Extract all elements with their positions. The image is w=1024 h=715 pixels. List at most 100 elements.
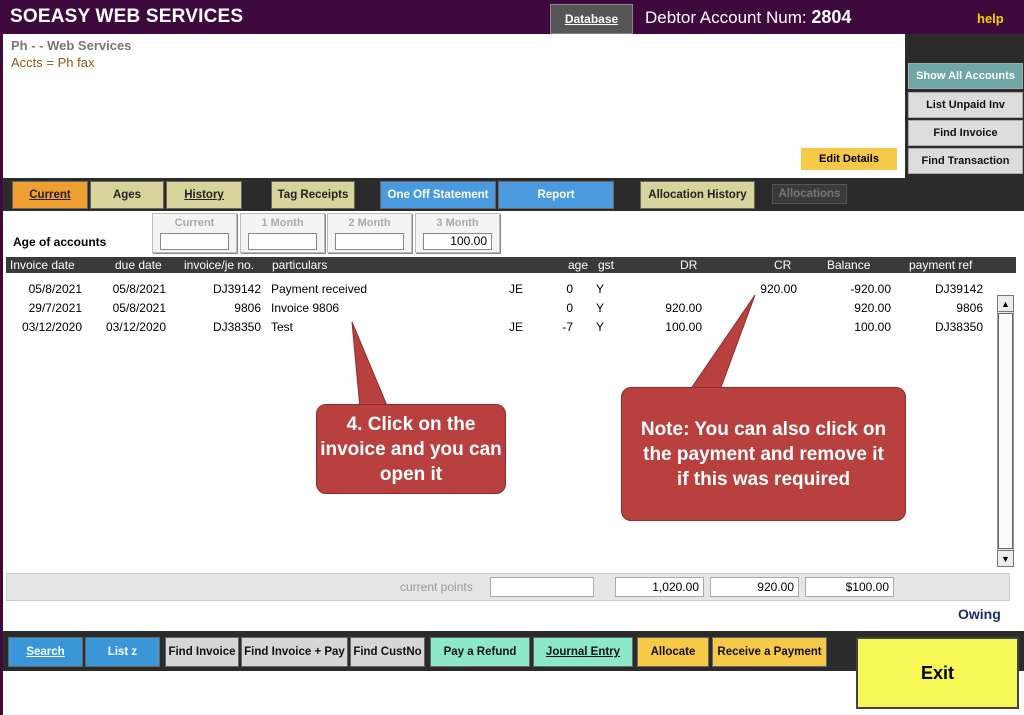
cell-age: 0 bbox=[566, 282, 573, 296]
step4-callout: 4. Click on the invoice and you can open… bbox=[316, 404, 506, 494]
cell-particulars: Invoice 9806 bbox=[271, 301, 340, 315]
owing-label: Owing bbox=[958, 606, 1001, 622]
cell-payment-ref: DJ39142 bbox=[934, 282, 983, 296]
receive-payment-button[interactable]: Receive a Payment bbox=[712, 637, 827, 667]
tab-tag-receipts[interactable]: Tag Receipts bbox=[271, 181, 355, 209]
cell-due-date: 05/8/2021 bbox=[112, 282, 166, 296]
journal-entry-button[interactable]: Journal Entry bbox=[533, 637, 633, 667]
cell-invoice-date: 05/8/2021 bbox=[28, 282, 82, 296]
age-current-title: Current bbox=[174, 217, 215, 229]
tab-allocations[interactable]: Allocations bbox=[772, 184, 847, 204]
find-invoice-button[interactable]: Find Invoice bbox=[908, 120, 1023, 146]
cell-payment-ref: DJ38350 bbox=[934, 320, 983, 334]
col-due-date: due date bbox=[115, 258, 162, 272]
cell-type: JE bbox=[509, 320, 524, 334]
exit-button[interactable]: Exit bbox=[856, 637, 1019, 709]
col-invoice-no: invoice/je no. bbox=[184, 258, 255, 272]
list-unpaid-invoices-button[interactable]: List Unpaid Inv bbox=[908, 92, 1023, 118]
cell-invoice-date: 29/7/2021 bbox=[28, 301, 82, 315]
col-gst: gst bbox=[598, 258, 615, 272]
cell-invoice-date: 03/12/2020 bbox=[21, 320, 82, 334]
age-current-field[interactable] bbox=[160, 233, 229, 250]
cell-dr: 920.00 bbox=[665, 301, 702, 315]
cell-payment-ref: 9806 bbox=[956, 301, 983, 315]
tab-one-off-statement[interactable]: One Off Statement bbox=[380, 181, 496, 209]
search-button[interactable]: Search bbox=[8, 637, 83, 667]
debtor-account-number: 2804 bbox=[811, 7, 852, 27]
cell-due-date: 05/8/2021 bbox=[112, 301, 166, 315]
age-1-month-title: 1 Month bbox=[261, 217, 304, 229]
tab-report[interactable]: Report bbox=[498, 181, 614, 209]
col-particulars: particulars bbox=[272, 258, 328, 272]
age-of-accounts-label: Age of accounts bbox=[13, 235, 107, 249]
age-2-month-field[interactable] bbox=[335, 233, 404, 250]
age-current-group: Current bbox=[152, 213, 237, 253]
note-callout: Note: You can also click on the payment … bbox=[621, 387, 906, 521]
database-button[interactable]: Database bbox=[550, 4, 633, 34]
edit-details-button[interactable]: Edit Details bbox=[801, 148, 897, 170]
cell-due-date: 03/12/2020 bbox=[105, 320, 166, 334]
cell-gst: Y bbox=[596, 301, 605, 315]
tab-allocation-history[interactable]: Allocation History bbox=[640, 181, 755, 209]
col-dr: DR bbox=[680, 258, 698, 272]
cell-type: JE bbox=[509, 282, 524, 296]
cell-particulars: Payment received bbox=[271, 282, 368, 296]
cell-particulars: Test bbox=[271, 320, 294, 334]
col-invoice-date: Invoice date bbox=[10, 258, 75, 272]
age-2-month-title: 2 Month bbox=[348, 217, 391, 229]
scroll-down-arrow-icon[interactable]: ▼ bbox=[997, 550, 1014, 567]
callout-pointers bbox=[351, 294, 756, 409]
table-row[interactable]: 05/8/2021 05/8/2021 DJ39142 Payment rece… bbox=[6, 280, 991, 299]
help-link[interactable]: help bbox=[977, 11, 1004, 26]
col-balance: Balance bbox=[827, 258, 871, 272]
scrollbar-thumb[interactable] bbox=[998, 313, 1013, 549]
current-points-field[interactable] bbox=[490, 577, 594, 597]
col-age: age bbox=[568, 258, 589, 272]
cell-balance: 920.00 bbox=[854, 301, 891, 315]
cell-gst: Y bbox=[596, 320, 605, 334]
cell-age: 0 bbox=[566, 301, 573, 315]
find-invoice-pay-button[interactable]: Find Invoice + Pay bbox=[241, 637, 348, 667]
cell-invoice-no: DJ38350 bbox=[212, 320, 261, 334]
cell-balance: 100.00 bbox=[854, 320, 891, 334]
find-invoice-bottom-button[interactable]: Find Invoice bbox=[165, 637, 239, 667]
find-custno-button[interactable]: Find CustNo bbox=[350, 637, 425, 667]
tab-current[interactable]: Current bbox=[12, 181, 88, 209]
balance-total-field: $100.00 bbox=[805, 577, 894, 597]
debtor-account-heading: Debtor Account Num: 2804 bbox=[645, 7, 851, 28]
list-z-button[interactable]: List z bbox=[85, 637, 160, 667]
debtor-account-label: Debtor Account Num: bbox=[645, 8, 807, 27]
cell-cr: 920.00 bbox=[760, 282, 797, 296]
age-1-month-field[interactable] bbox=[248, 233, 317, 250]
table-row[interactable]: 29/7/2021 05/8/2021 9806 Invoice 9806 0 … bbox=[6, 299, 991, 318]
col-cr: CR bbox=[774, 258, 792, 272]
transactions-table-header: Invoice date due date invoice/je no. par… bbox=[6, 257, 1016, 273]
tab-ages[interactable]: Ages bbox=[90, 181, 164, 209]
cell-invoice-no: 9806 bbox=[234, 301, 261, 315]
age-2-month-group: 2 Month bbox=[327, 213, 412, 253]
table-row[interactable]: 03/12/2020 03/12/2020 DJ38350 Test JE -7… bbox=[6, 318, 991, 337]
dr-total-field: 1,020.00 bbox=[615, 577, 704, 597]
tab-history[interactable]: History bbox=[166, 181, 242, 209]
cell-balance: -920.00 bbox=[850, 282, 891, 296]
customer-accounts-line: Accts = Ph fax bbox=[11, 55, 95, 70]
cell-invoice-no: DJ39142 bbox=[212, 282, 261, 296]
cell-gst: Y bbox=[596, 282, 605, 296]
customer-name-line: Ph - - Web Services bbox=[11, 38, 132, 53]
find-transaction-button[interactable]: Find Transaction bbox=[908, 148, 1023, 174]
app-title: SOEASY WEB SERVICES bbox=[10, 6, 244, 27]
age-3-month-field[interactable]: 100.00 bbox=[423, 233, 492, 250]
scroll-up-arrow-icon[interactable]: ▲ bbox=[997, 295, 1014, 312]
age-1-month-group: 1 Month bbox=[240, 213, 325, 253]
col-payment-ref: payment ref bbox=[909, 258, 973, 272]
cr-total-field: 920.00 bbox=[710, 577, 799, 597]
cell-age: -7 bbox=[562, 320, 573, 334]
pay-refund-button[interactable]: Pay a Refund bbox=[430, 637, 530, 667]
cell-dr: 100.00 bbox=[665, 320, 702, 334]
left-border bbox=[0, 34, 3, 715]
age-3-month-group: 3 Month 100.00 bbox=[415, 213, 500, 253]
current-points-label: current points bbox=[400, 580, 473, 594]
allocate-button[interactable]: Allocate bbox=[637, 637, 709, 667]
show-all-accounts-button[interactable]: Show All Accounts bbox=[908, 63, 1023, 89]
age-3-month-title: 3 Month bbox=[436, 217, 479, 229]
